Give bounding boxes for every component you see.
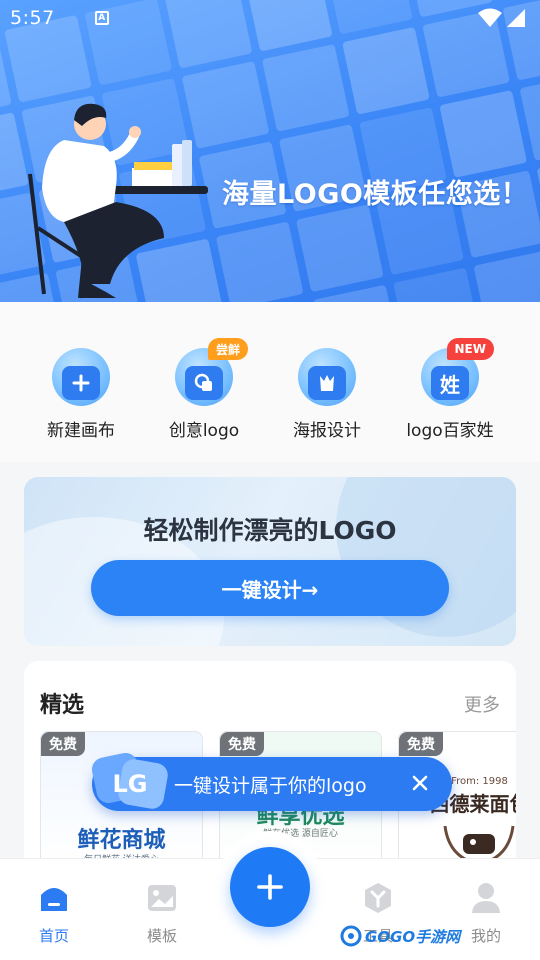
quick-poster-design[interactable]: 海报设计 <box>267 348 387 441</box>
nav-templates[interactable]: 模板 <box>122 881 202 946</box>
free-tag: 免费 <box>399 732 443 756</box>
hint-text: 一键设计属于你的logo <box>174 774 367 797</box>
quick-creative-logo[interactable]: 尝鲜 创意logo <box>144 338 264 441</box>
featured-title: 精选 <box>40 693 85 718</box>
nav-label: 模板 <box>146 927 177 945</box>
quick-surname-logo[interactable]: 姓 NEW logo百家姓 <box>390 338 510 441</box>
surname-glyph: 姓 <box>431 366 469 400</box>
quick-label: 创意logo <box>168 421 240 441</box>
status-bar: 5:57 A <box>0 0 540 36</box>
status-icons <box>478 8 526 28</box>
quick-label: logo百家姓 <box>406 421 494 441</box>
watermark-text: GOGO手游网 <box>365 927 461 946</box>
create-fab-button[interactable] <box>230 847 310 927</box>
quick-label: 新建画布 <box>47 421 115 441</box>
plus-icon <box>257 874 283 900</box>
signal-icon <box>507 9 525 27</box>
tools-icon <box>365 883 391 913</box>
promo-banner[interactable]: 轻松制作漂亮的LOGO 一键设计→ <box>24 477 516 646</box>
nav-home[interactable]: 首页 <box>14 881 94 946</box>
nav-label: 首页 <box>38 927 69 945</box>
close-icon[interactable] <box>408 771 432 795</box>
badge-new-try: 尝鲜 <box>207 338 248 360</box>
promo-title: 轻松制作漂亮的LOGO <box>143 516 397 545</box>
home-icon <box>41 888 67 911</box>
quick-new-canvas[interactable]: 新建画布 <box>21 348 141 441</box>
more-link[interactable]: 更多 <box>464 691 500 717</box>
designer-illustration <box>28 103 208 299</box>
poster-design-icon <box>298 348 356 406</box>
one-click-design-button[interactable]: 一键设计→ <box>91 560 449 616</box>
gogo-watermark: GOGO手游网 <box>340 925 460 947</box>
new-canvas-icon <box>52 348 110 406</box>
free-tag: 免费 <box>220 732 264 756</box>
hero-banner[interactable]: 5:57 A 海量LOGO模板任您选！ <box>0 0 540 302</box>
profile-icon <box>472 883 500 913</box>
badge-new: NEW <box>446 338 494 360</box>
lg-logo-icon: LG <box>91 752 168 809</box>
watermark-logo-icon <box>340 925 362 947</box>
hero-slogan: 海量LOGO模板任您选！ <box>222 179 529 210</box>
status-time: 5:57 <box>10 7 55 29</box>
a-box-icon: A <box>94 11 109 25</box>
template-icon <box>148 885 176 911</box>
quick-actions: 新建画布 尝鲜 创意logo 海报设计 姓 NEW logo百家姓 <box>0 302 540 462</box>
free-tag: 免费 <box>41 732 85 756</box>
quick-label: 海报设计 <box>293 421 361 441</box>
card-logo-name: 鲜花商城 <box>77 828 166 853</box>
design-hint-toast[interactable]: LG 一键设计属于你的logo <box>91 752 452 811</box>
wifi-icon <box>478 8 502 27</box>
lg-logo-text: LG <box>113 770 148 798</box>
